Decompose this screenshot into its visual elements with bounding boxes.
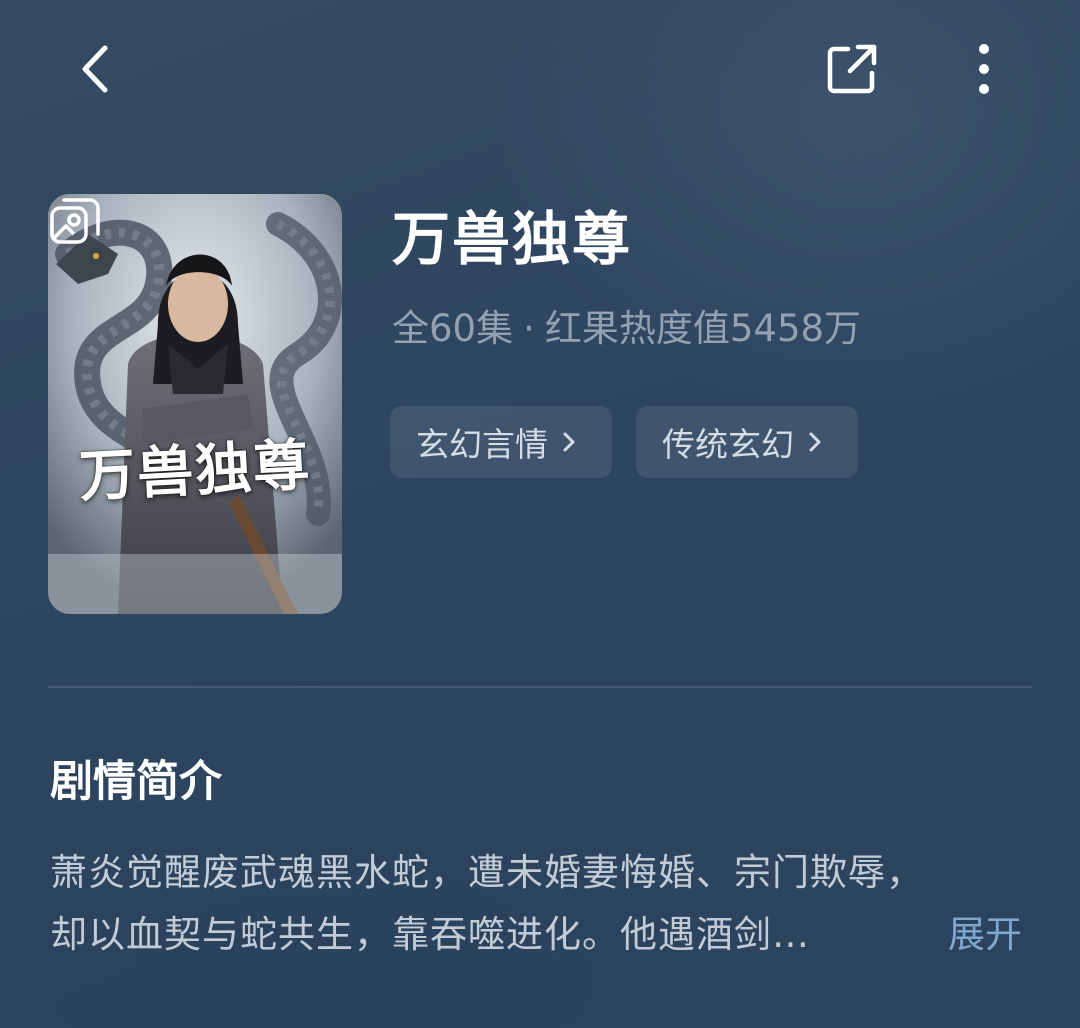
meta-separator: · [523, 307, 535, 350]
more-vertical-icon [979, 44, 989, 94]
drama-title: 万兽独尊 [392, 205, 633, 273]
chevron-right-icon [562, 431, 576, 453]
tag-xuanhuan-romance[interactable]: 玄幻言情 [390, 406, 612, 478]
drama-meta: 全60集 · 红果热度值5458万 [392, 304, 861, 354]
cover-title: 万兽独尊 [77, 431, 313, 511]
chevron-right-icon [808, 431, 822, 453]
episode-count: 全60集 [392, 307, 514, 350]
synopsis-heading: 剧情简介 [50, 757, 222, 807]
share-external-icon [827, 44, 877, 94]
tag-label: 传统玄幻 [662, 425, 794, 464]
more-button[interactable] [958, 36, 1010, 102]
top-bar [0, 0, 1080, 140]
heat-value: 红果热度值5458万 [544, 307, 862, 350]
chevron-left-icon [82, 45, 108, 93]
share-button[interactable] [818, 36, 886, 102]
cover-artwork [48, 194, 342, 614]
image-gallery-icon[interactable] [48, 194, 102, 248]
expand-synopsis-button[interactable]: 展开 [948, 910, 1022, 960]
synopsis-line-2: 却以血契与蛇共生，靠吞噬进化。他遇酒剑… [50, 913, 810, 956]
tag-label: 玄幻言情 [416, 425, 548, 464]
section-divider [48, 686, 1032, 688]
back-button[interactable] [62, 36, 128, 102]
tag-traditional-xuanhuan[interactable]: 传统玄幻 [636, 406, 858, 478]
drama-cover[interactable]: 万兽独尊 [48, 194, 342, 614]
synopsis-line-1: 萧炎觉醒废武魂黑水蛇，遭未婚妻悔婚、宗门欺辱， [50, 851, 924, 894]
